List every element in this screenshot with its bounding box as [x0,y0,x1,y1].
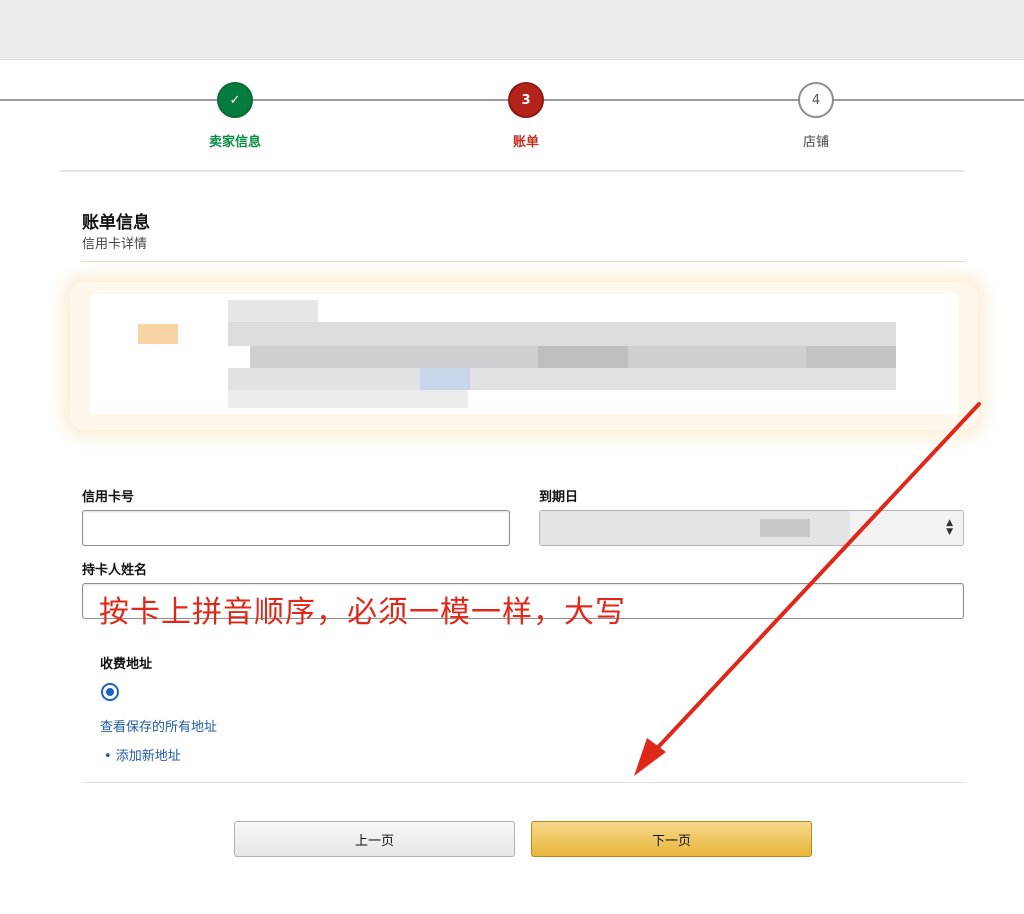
step-3-number: 4 [798,82,834,118]
select-arrows-icon: ▲ ▼ [946,518,953,537]
holder-name-label: 持卡人姓名 [82,563,148,578]
card-number-input[interactable] [82,510,510,546]
next-page-button[interactable]: 下一页 [531,821,812,857]
step-billing: 3 账单 [466,82,586,150]
step-2-number: 3 [508,82,544,118]
add-new-address-link[interactable]: • 添加新地址 [104,745,181,764]
billing-subtitle: 信用卡详情 [82,237,148,252]
redacted-mosaic [228,300,318,322]
footer-divider [82,782,966,783]
redacted-mosaic [228,390,468,408]
step-3-label: 店铺 [802,135,829,150]
redacted-mosaic [420,368,470,390]
card-number-label: 信用卡号 [82,490,135,505]
billing-address-title: 收费地址 [100,657,153,672]
redacted-logo-block [138,324,178,344]
annotation-note: 按卡上拼音顺序，必须一模一样，大写 [99,595,626,630]
arrow-shaft [646,402,981,760]
redacted-mosaic [228,322,896,346]
top-bar [0,0,1024,60]
redacted-mosaic [538,346,628,368]
step-1-label: 卖家信息 [208,135,261,150]
step-1-check-icon: ✓ [217,82,253,118]
redacted-expiry [760,519,810,537]
prev-page-button[interactable]: 上一页 [234,821,515,857]
expiry-label: 到期日 [539,490,579,505]
progress-stepper: ✓ 卖家信息 3 账单 4 店铺 [0,60,1024,172]
redacted-mosaic [806,346,896,368]
redacted-mosaic [228,368,896,390]
arrow-head [634,738,666,776]
step-seller-info: ✓ 卖家信息 [175,82,295,150]
redacted-card-body [90,294,958,414]
step-2-label: 账单 [512,135,539,150]
billing-title: 账单信息 [82,213,150,233]
redacted-card-info [70,282,978,430]
step-store: 4 店铺 [756,82,876,150]
stepper-divider [60,170,964,172]
address-radio[interactable] [101,683,119,701]
view-all-addresses-link[interactable]: 查看保存的所有地址 [100,716,217,735]
expiry-select[interactable]: ▲ ▼ [539,510,964,546]
section-divider [82,261,966,262]
